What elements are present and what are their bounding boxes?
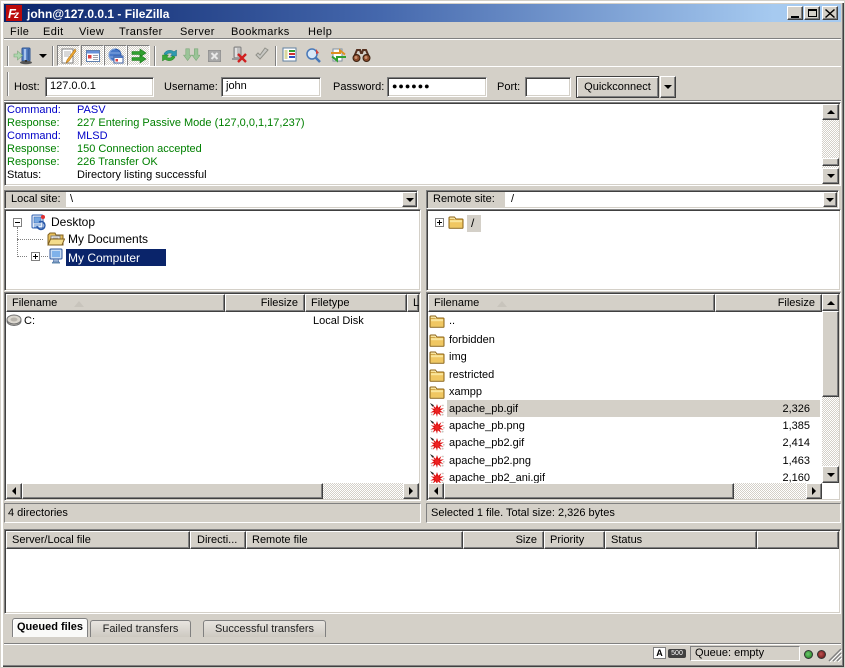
svg-text:z: z <box>13 10 19 21</box>
